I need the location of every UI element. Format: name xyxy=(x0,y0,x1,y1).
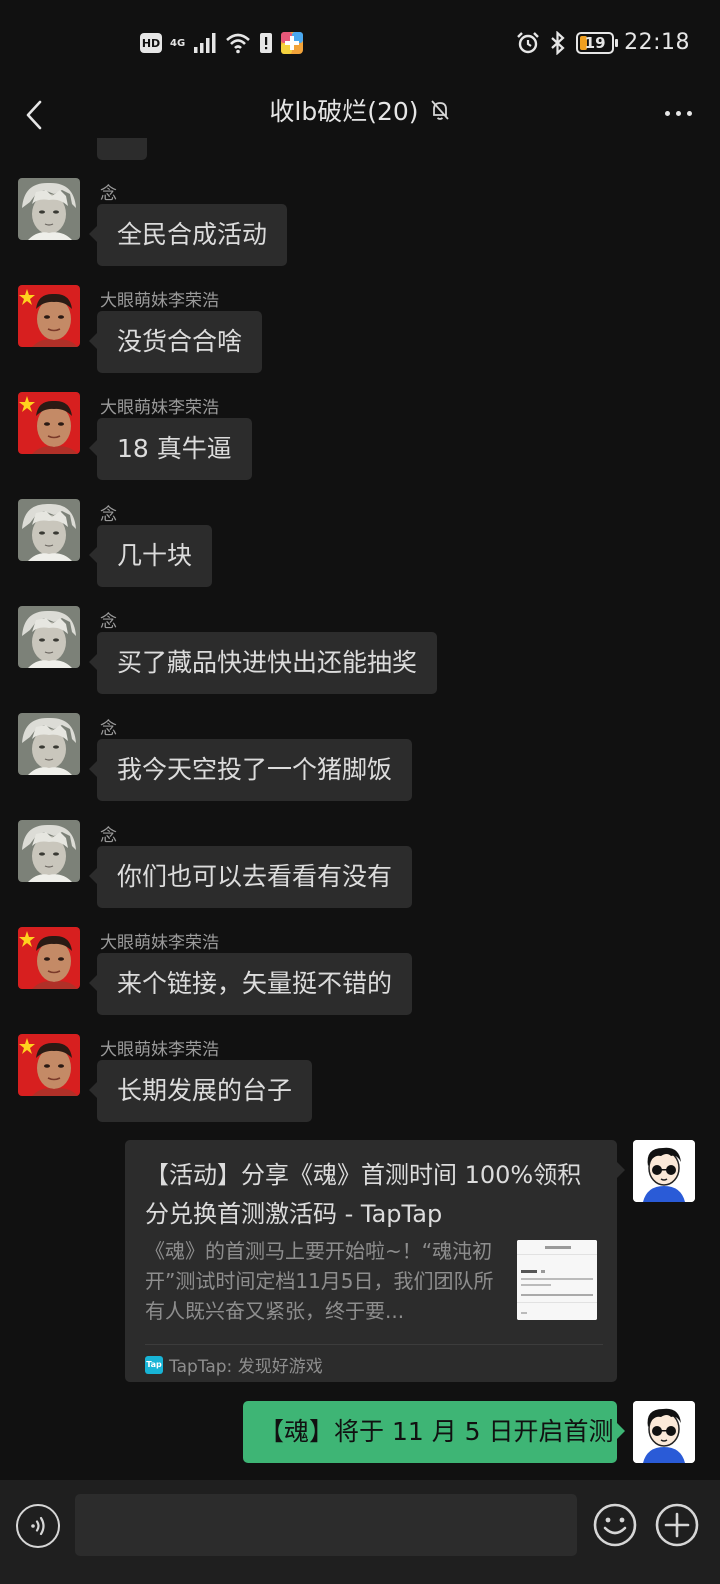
anime-avatar[interactable] xyxy=(18,499,80,561)
emoji-button[interactable] xyxy=(592,1502,638,1548)
battery-level: 19 xyxy=(584,33,606,52)
status-right-icons: 19 22:18 xyxy=(516,30,690,55)
link-card-thumbnail xyxy=(517,1240,597,1320)
taptap-icon: Tap xyxy=(145,1355,163,1374)
link-card-source: Tap TapTap: 发现好游戏 xyxy=(145,1352,323,1377)
more-button[interactable] xyxy=(656,98,700,128)
message-bubble[interactable]: 全民合成活动 xyxy=(88,204,288,266)
chat-title: 收lb破烂(20) xyxy=(0,92,720,128)
app-icon xyxy=(281,32,304,54)
anime-avatar[interactable] xyxy=(18,606,80,668)
signal-icon xyxy=(194,33,216,53)
voice-button[interactable] xyxy=(16,1504,60,1548)
sender-name: 念 xyxy=(100,612,117,632)
plus-button[interactable] xyxy=(654,1502,700,1548)
flag-avatar[interactable] xyxy=(18,927,80,989)
alarm-icon xyxy=(517,31,539,53)
sender-name: 大眼萌妹李荣浩 xyxy=(100,1040,219,1060)
status-bar: HD 4G 19 22:18 xyxy=(0,0,720,90)
link-card-divider xyxy=(145,1344,603,1345)
group-name: 收lb破烂(20) xyxy=(269,97,419,126)
message-bubble[interactable]: 买了藏品快进快出还能抽奖 xyxy=(88,632,438,694)
message-bubble[interactable]: 我今天空投了一个猪脚饭 xyxy=(88,739,413,801)
partial-message-bubble xyxy=(97,138,147,160)
sender-name: 念 xyxy=(100,505,117,525)
message-bubble[interactable]: 几十块 xyxy=(88,525,213,587)
sender-name: 大眼萌妹李荣浩 xyxy=(100,291,219,311)
message-bubble[interactable]: 你们也可以去看看有没有 xyxy=(88,846,413,908)
link-card[interactable]: 【活动】分享《魂》首测时间 100%领积分兑换首测激活码 - TapTap 《魂… xyxy=(125,1140,625,1382)
status-left-icons: HD 4G xyxy=(140,32,304,54)
message-bubble[interactable]: 没货合合啥 xyxy=(88,311,263,373)
emoji-icon xyxy=(593,1503,637,1547)
flag-avatar[interactable] xyxy=(18,392,80,454)
bluetooth-icon xyxy=(551,30,565,55)
network-type: 4G xyxy=(170,37,186,49)
message-bubble[interactable]: 18 真牛逼 xyxy=(89,418,252,480)
message-bubble[interactable]: 长期发展的台子 xyxy=(88,1060,313,1122)
my-avatar[interactable] xyxy=(633,1401,695,1463)
bell-off-icon xyxy=(430,100,449,120)
battery-icon: 19 xyxy=(576,31,619,54)
sender-name: 大眼萌妹李荣浩 xyxy=(100,398,219,418)
message-bubble[interactable]: 来个链接，矢量挺不错的 xyxy=(88,953,413,1015)
link-card-description: 《魂》的首测马上要开始啦~！“魂沌初开”测试时间定档11月5日，我们团队所有人既… xyxy=(145,1239,494,1323)
flag-avatar[interactable] xyxy=(18,1034,80,1096)
hd-icon: HD xyxy=(140,33,162,53)
sender-name: 念 xyxy=(100,826,117,846)
sender-name: 念 xyxy=(100,184,117,204)
message-input[interactable] xyxy=(75,1494,577,1556)
anime-avatar[interactable] xyxy=(18,178,80,240)
anime-avatar[interactable] xyxy=(18,820,80,882)
anime-avatar[interactable] xyxy=(18,713,80,775)
my-avatar[interactable] xyxy=(633,1140,695,1202)
voice-icon xyxy=(31,1516,45,1536)
my-message-bubble[interactable]: 【魂】将于 11 月 5 日开启首测 xyxy=(243,1401,625,1463)
input-bar xyxy=(0,1480,720,1584)
link-card-source-name: TapTap: 发现好游戏 xyxy=(169,1357,323,1377)
alert-icon xyxy=(260,33,273,53)
sender-name: 大眼萌妹李荣浩 xyxy=(100,933,219,953)
wifi-icon xyxy=(226,33,251,54)
link-card-title: 【活动】分享《魂》首测时间 100%领积分兑换首测激活码 - TapTap xyxy=(145,1161,582,1228)
clock: 22:18 xyxy=(624,30,690,55)
plus-icon xyxy=(655,1503,699,1547)
flag-avatar[interactable] xyxy=(18,285,80,347)
sender-name: 念 xyxy=(100,719,117,739)
